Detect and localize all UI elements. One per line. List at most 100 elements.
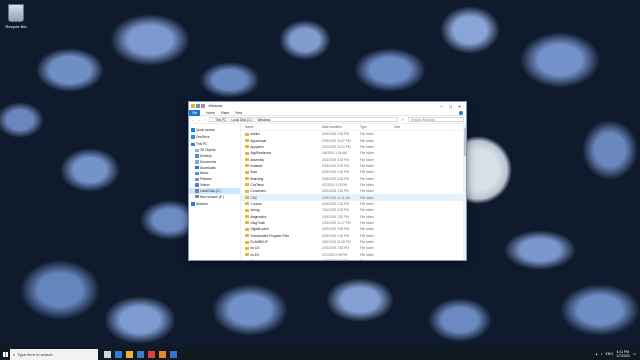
scrollbar-thumb[interactable] <box>463 128 466 156</box>
date-modified-cell: 3/19/2019 2:52 PM <box>322 170 349 175</box>
new-folder-icon[interactable] <box>201 104 205 108</box>
store-icon[interactable] <box>137 350 144 358</box>
file-list: Name Date modified Type Size addins 3/19/… <box>241 124 466 260</box>
properties-icon[interactable] <box>196 104 200 108</box>
file-name-cell: DiagTrack <box>241 221 322 225</box>
file-name: appcompat <box>250 138 267 143</box>
type-cell: File folder <box>360 252 374 257</box>
sidebar-item[interactable]: Quick access <box>189 127 240 133</box>
date-modified-cell: 3/19/2019 11:28 PM <box>322 240 351 245</box>
date-modified-cell: 3/19/2019 11:17 PM <box>322 220 351 225</box>
title-bar[interactable]: Windows ─ ☐ ✕ <box>189 102 466 110</box>
sidebar-item-label: Music <box>200 171 209 176</box>
type-cell: File folder <box>360 246 374 251</box>
maximize-button[interactable]: ☐ <box>446 103 455 110</box>
folder-icon <box>245 189 249 193</box>
volume-tray-icon[interactable]: ◖ <box>600 352 602 356</box>
sidebar-item-label: 3D Objects <box>200 148 216 153</box>
clock[interactable]: 4:11 PM 1/7/2020 <box>616 350 630 358</box>
refresh-button[interactable]: ⟳ <box>400 118 406 122</box>
sidebar-item[interactable]: OneDrive <box>189 134 240 140</box>
file-name: apppatch <box>250 144 264 149</box>
breadcrumb-windows[interactable]: Windows <box>257 118 270 122</box>
sidebar-item[interactable]: New Volume (E:) <box>189 194 240 200</box>
type-cell: File folder <box>360 240 374 245</box>
date-modified-cell: 3/19/2019 2:52 PM <box>322 163 349 168</box>
file-name: CSC <box>250 195 258 200</box>
file-name: Downloaded Program Files <box>250 233 289 238</box>
type-cell: File folder <box>360 201 374 206</box>
sidebar-item[interactable]: Network <box>189 201 240 207</box>
minimize-button[interactable]: ─ <box>437 103 446 110</box>
column-header-date[interactable]: Date modified <box>322 125 360 129</box>
folder-icon <box>191 104 195 108</box>
download-icon <box>195 165 199 170</box>
breadcrumb-separator: › <box>228 117 230 122</box>
type-cell: File folder <box>360 208 374 213</box>
start-button[interactable] <box>0 348 10 360</box>
drive-icon <box>195 189 199 193</box>
network-tray-icon[interactable]: ▴ <box>596 352 598 356</box>
table-row[interactable]: Fonts 3/19/2019 2:52 PMFile folder <box>241 258 466 260</box>
taskbar-search-box[interactable]: ⌕ Type here to search <box>10 348 98 360</box>
taskbar: ⌕ Type here to search ▴ ◖ ENG 4:11 PM 1/… <box>0 348 640 360</box>
column-header-size[interactable]: Size <box>394 125 424 129</box>
file-explorer-window: Windows ─ ☐ ✕ File Home Share View ← → ↑… <box>188 101 467 261</box>
recycle-bin-shortcut[interactable]: Recycle Bin <box>4 4 28 29</box>
folder-icon <box>245 259 249 260</box>
date-modified-cell: 3/19/2019 2:52 PM <box>322 214 349 219</box>
notifications-icon[interactable]: ▭ <box>633 352 636 356</box>
app-icon-orange[interactable] <box>159 350 166 358</box>
file-name: bcastdvr <box>250 163 263 168</box>
task-view-icon[interactable] <box>104 350 111 358</box>
file-name-cell: en-US <box>241 246 322 250</box>
vertical-scrollbar[interactable] <box>463 124 466 260</box>
sidebar-item-label: Desktop <box>200 154 212 159</box>
column-header-name[interactable]: Name <box>241 125 322 129</box>
language-indicator[interactable]: ENG <box>605 352 613 356</box>
type-cell: File folder <box>360 220 374 225</box>
this-pc-icon: › <box>212 117 214 122</box>
back-button[interactable]: ← <box>191 117 195 122</box>
sidebar-item-label: Quick access <box>196 127 215 132</box>
edge-icon[interactable] <box>115 350 122 358</box>
type-cell: File folder <box>360 182 374 187</box>
breadcrumb-local-disk[interactable]: Local Disk (C:) <box>231 118 252 122</box>
pinned-apps <box>104 350 177 358</box>
file-name-cell: assembly <box>241 158 322 162</box>
help-icon[interactable] <box>459 110 463 115</box>
file-explorer-icon[interactable] <box>126 350 133 358</box>
recycle-bin-label: Recycle Bin <box>5 24 27 29</box>
column-header-row: Name Date modified Type Size <box>241 124 466 131</box>
up-button[interactable]: ↑ <box>203 117 207 122</box>
documents-icon <box>195 160 199 164</box>
date-modified-cell: 4/7/2019 1:15 PM <box>322 182 348 187</box>
search-icon: ⌕ <box>13 351 16 357</box>
search-input[interactable]: Search Windows <box>408 117 464 122</box>
file-name: AppReadiness <box>250 151 272 156</box>
type-cell: File folder <box>360 233 374 238</box>
app-icon-red[interactable] <box>148 350 155 358</box>
tab-share[interactable]: Share <box>221 110 230 116</box>
close-button[interactable]: ✕ <box>455 103 464 110</box>
breadcrumb-this-pc[interactable]: This PC <box>215 118 226 122</box>
folder-icon <box>245 246 249 250</box>
folder-icon <box>245 202 249 206</box>
column-header-type[interactable]: Type <box>360 125 394 129</box>
date-modified-cell: 3/19/2019 2:52 PM <box>322 246 349 251</box>
tab-view[interactable]: View <box>235 110 242 116</box>
app-icon-blue[interactable] <box>170 350 177 358</box>
forward-button[interactable]: → <box>197 117 201 122</box>
file-name: Cursors <box>250 201 262 206</box>
file-name-cell: Containers <box>241 189 322 193</box>
tab-home[interactable]: Home <box>206 110 215 116</box>
file-name-cell: ELAMBKUP <box>241 240 322 244</box>
folder-icon <box>245 253 249 257</box>
file-name: DigitalLocker <box>250 227 269 232</box>
address-bar[interactable]: › This PC › Local Disk (C:) › Windows <box>209 117 398 122</box>
type-cell: File folder <box>360 214 374 219</box>
type-cell: File folder <box>360 163 374 168</box>
type-cell: File folder <box>360 195 374 200</box>
drive-icon <box>195 194 199 199</box>
tab-file[interactable]: File <box>189 109 201 116</box>
